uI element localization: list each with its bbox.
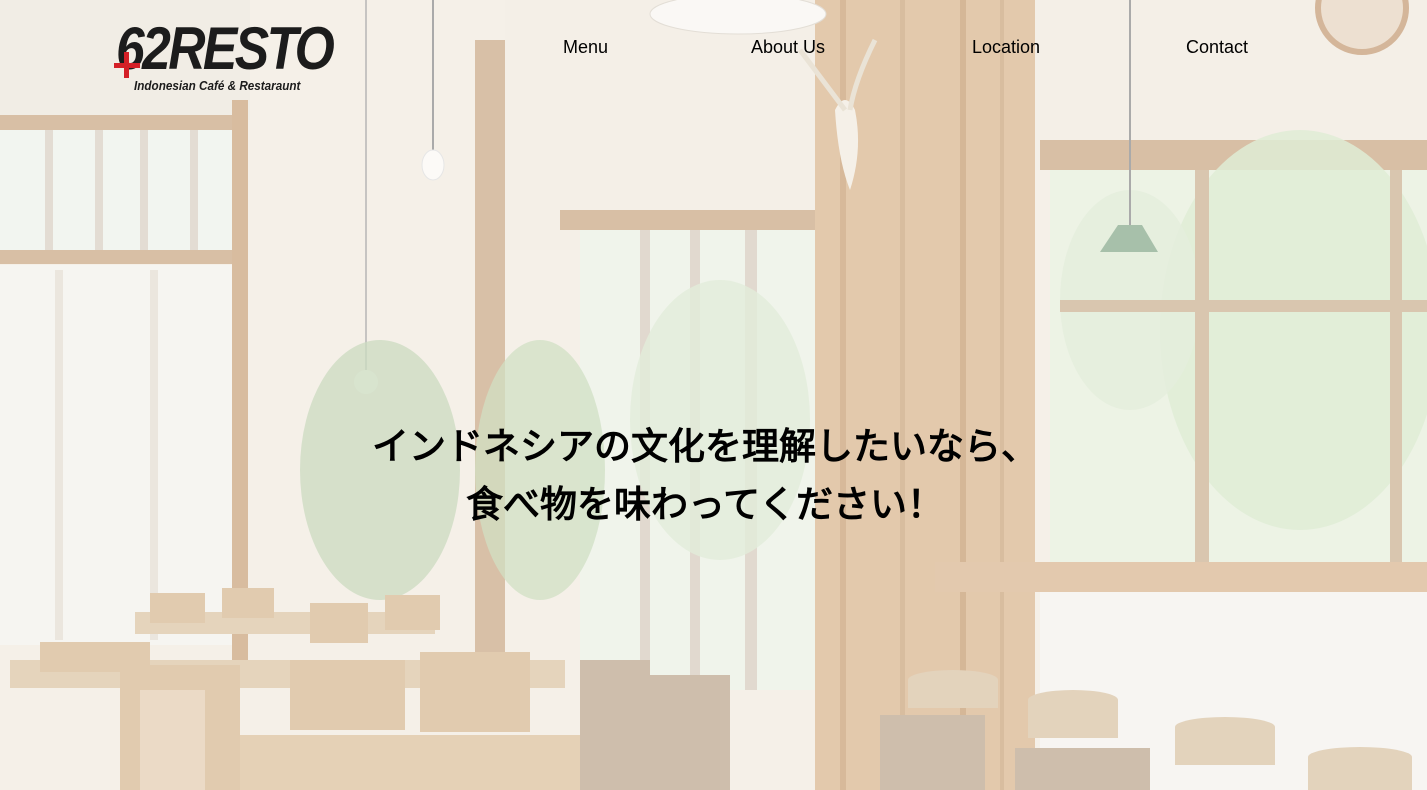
site-header: 62RESTO Indonesian Café & Restaraunt Men… <box>0 0 1427 100</box>
main-nav: Menu About Us Location Contact <box>0 37 1427 61</box>
hero-headline: インドネシアの文化を理解したいなら、 食べ物を味わってください！ <box>0 418 1410 534</box>
nav-link-menu[interactable]: Menu <box>563 37 608 57</box>
page: 62RESTO Indonesian Café & Restaraunt Men… <box>0 0 1427 790</box>
nav-link-location[interactable]: Location <box>972 37 1040 57</box>
logo-tagline: Indonesian Café & Restaraunt <box>134 78 301 93</box>
nav-link-about-us[interactable]: About Us <box>751 37 825 57</box>
nav-link-contact[interactable]: Contact <box>1186 37 1248 57</box>
hero-line-2: 食べ物を味わってください！ <box>465 483 945 526</box>
hero-background-image <box>0 0 1427 790</box>
hero-line-1: インドネシアの文化を理解したいなら、 <box>372 425 1038 468</box>
